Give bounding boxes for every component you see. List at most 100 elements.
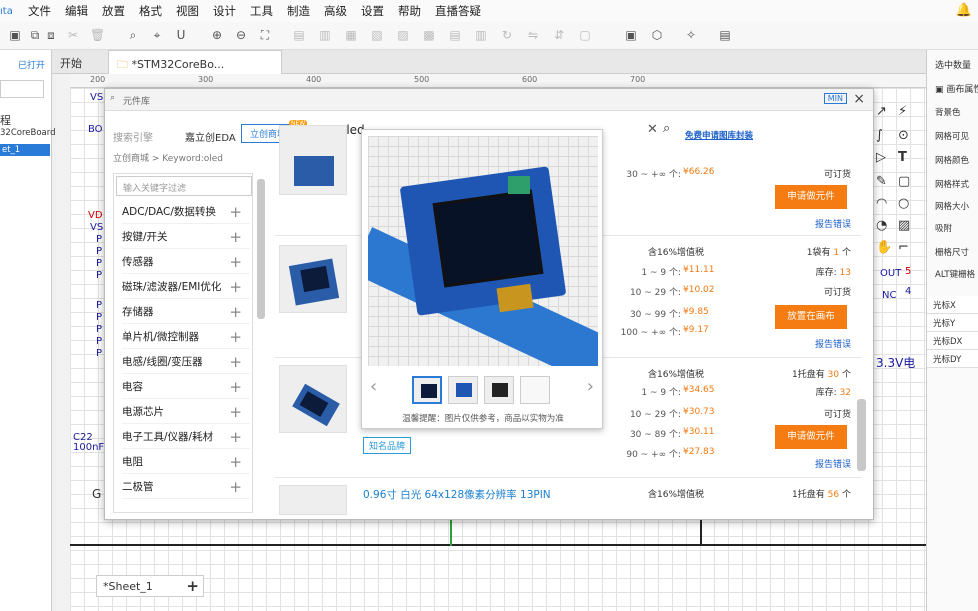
rect-tool-icon[interactable]: ▢ [898,174,910,189]
expand-plus-icon[interactable]: + [229,375,242,399]
bell-icon[interactable]: 🔔 [956,3,972,18]
text-tool-icon[interactable]: T [898,150,907,165]
zoom-in-icon[interactable]: ⊕ [210,28,224,42]
image-thumb[interactable] [412,376,442,404]
image-thumb[interactable] [484,376,514,404]
cross-probe-icon[interactable]: ⌖ [150,28,164,42]
image-thumb[interactable] [448,376,478,404]
search-icon[interactable]: ⌕ [126,28,140,42]
tab-document[interactable]: 🗀 *STM32CoreBo... [108,50,282,74]
align-top-icon[interactable]: ▧ [370,28,384,42]
close-button[interactable]: × [853,91,865,107]
delete-icon[interactable]: 🗑 [90,28,105,42]
dialog-titlebar[interactable]: ⌕ 元件库 MIN × [105,89,873,111]
product-thumbnail[interactable] [279,245,347,313]
category-item[interactable]: 按键/开关 + [122,225,250,249]
tab-start[interactable]: 开始 [60,55,82,71]
zoom-out-icon[interactable]: ⊖ [234,28,248,42]
category-item[interactable]: ADC/DAC/数据转换 + [122,200,250,224]
category-item[interactable]: 电源芯片 + [122,400,250,424]
expand-plus-icon[interactable]: + [229,325,242,349]
flip-h-icon[interactable]: ⇋ [526,28,540,42]
category-item[interactable]: 电子工具/仪器/耗材 + [122,425,250,449]
cut-icon[interactable]: ✂ [66,28,80,42]
align-middle-icon[interactable]: ▨ [396,28,410,42]
text-u-icon[interactable]: U [174,28,188,42]
minimize-button[interactable]: MIN [823,93,847,104]
circle-tool-icon[interactable]: ○ [898,196,909,211]
expand-plus-icon[interactable]: + [229,450,242,474]
duplicate-icon[interactable]: ⧈ [44,28,58,42]
distribute-h-icon[interactable]: ▤ [448,28,462,42]
product-title[interactable]: 0.96寸 白光 64x128像素分辨率 13PIN [363,487,551,502]
arrow-tool-icon[interactable]: ▷ [876,150,886,165]
place-on-canvas-button[interactable]: 放置在画布 [775,305,847,329]
doc-icon[interactable]: ▤ [718,28,732,42]
menu-help[interactable]: 帮助 [398,3,421,19]
align-right-icon[interactable]: ▦ [344,28,358,42]
apply-component-button[interactable]: 申请做元件 [775,185,847,209]
category-item[interactable]: 传感器 + [122,250,250,274]
canvas-properties-section[interactable]: ▣ 画布属性 [935,82,978,95]
image-thumb[interactable] [520,376,550,404]
copy-icon[interactable]: ⧉ [28,28,42,42]
clear-icon[interactable]: ✕ [647,122,658,137]
expand-plus-icon[interactable]: + [229,225,242,249]
report-error-link[interactable]: 报告错误 [795,217,851,230]
group-icon[interactable]: ▢ [578,28,592,42]
add-sheet-button[interactable]: + [186,577,199,595]
expand-plus-icon[interactable]: + [229,475,242,499]
search-icon[interactable]: ⌕ [663,121,670,136]
sheet-item[interactable]: et_1 [0,144,50,156]
align-bottom-icon[interactable]: ▩ [422,28,436,42]
align-left-icon[interactable]: ▤ [292,28,306,42]
3d-icon[interactable]: ⬡ [650,28,664,42]
category-item[interactable]: 电感/线圈/变压器 + [122,350,250,374]
menu-live-qa[interactable]: 直播答疑 [435,3,481,19]
wire-tool-icon[interactable]: ↗ [876,104,887,119]
free-apply-link[interactable]: 免费申请图库封装 [685,129,753,141]
category-scrollbar[interactable] [257,179,265,319]
rotate-icon[interactable]: ↻ [500,28,514,42]
expand-plus-icon[interactable]: + [229,250,242,274]
expand-plus-icon[interactable]: + [229,400,242,424]
results-scrollbar[interactable] [857,399,866,471]
expand-plus-icon[interactable]: + [229,275,242,299]
wand-icon[interactable]: ✧ [684,28,698,42]
expand-plus-icon[interactable]: + [229,300,242,324]
curve-tool-icon[interactable]: ∫ [876,128,883,143]
project-item[interactable]: 32CoreBoard [0,128,55,138]
category-item[interactable]: 存储器 + [122,300,250,324]
category-item[interactable]: 二极管 + [122,475,250,499]
align-center-icon[interactable]: ▥ [318,28,332,42]
expand-plus-icon[interactable]: + [229,200,242,224]
sheet-tab[interactable]: *Sheet_1 + [96,575,204,597]
category-item[interactable]: 单片机/微控制器 + [122,325,250,349]
flip-v-icon[interactable]: ⇵ [552,28,566,42]
prev-image-icon[interactable]: ‹ [370,376,377,397]
expand-plus-icon[interactable]: + [229,425,242,449]
expand-plus-icon[interactable]: + [229,350,242,374]
menu-design[interactable]: 设计 [213,3,236,19]
bus-tool-icon[interactable]: ⚡ [898,104,907,119]
menu-tools[interactable]: 工具 [250,3,273,19]
product-thumbnail[interactable] [279,125,347,195]
pen-tool-icon[interactable]: ✎ [876,174,887,189]
image-icon[interactable]: ▣ [624,28,638,42]
apply-component-button[interactable]: 申请做元件 [775,425,847,449]
menu-format[interactable]: 格式 [139,3,162,19]
source-tab-jlceda[interactable]: 嘉立创EDA [185,129,236,144]
menu-fabricate[interactable]: 制造 [287,3,310,19]
category-item[interactable]: 电容 + [122,375,250,399]
product-thumbnail[interactable] [279,365,347,433]
product-thumbnail[interactable] [279,485,347,515]
report-error-link[interactable]: 报告错误 [795,457,851,470]
pie-tool-icon[interactable]: ◔ [876,218,887,233]
source-tab-search-engine[interactable]: 搜索引擎 [113,129,153,144]
category-item[interactable]: 电阻 + [122,450,250,474]
report-error-link[interactable]: 报告错误 [795,337,851,350]
opened-tab[interactable]: 已打开 [18,58,45,71]
netflag-tool-icon[interactable]: ⊙ [898,128,909,143]
category-item[interactable]: 磁珠/滤波器/EMI优化 + [122,275,250,299]
image-tool-icon[interactable]: ▨ [898,218,910,233]
